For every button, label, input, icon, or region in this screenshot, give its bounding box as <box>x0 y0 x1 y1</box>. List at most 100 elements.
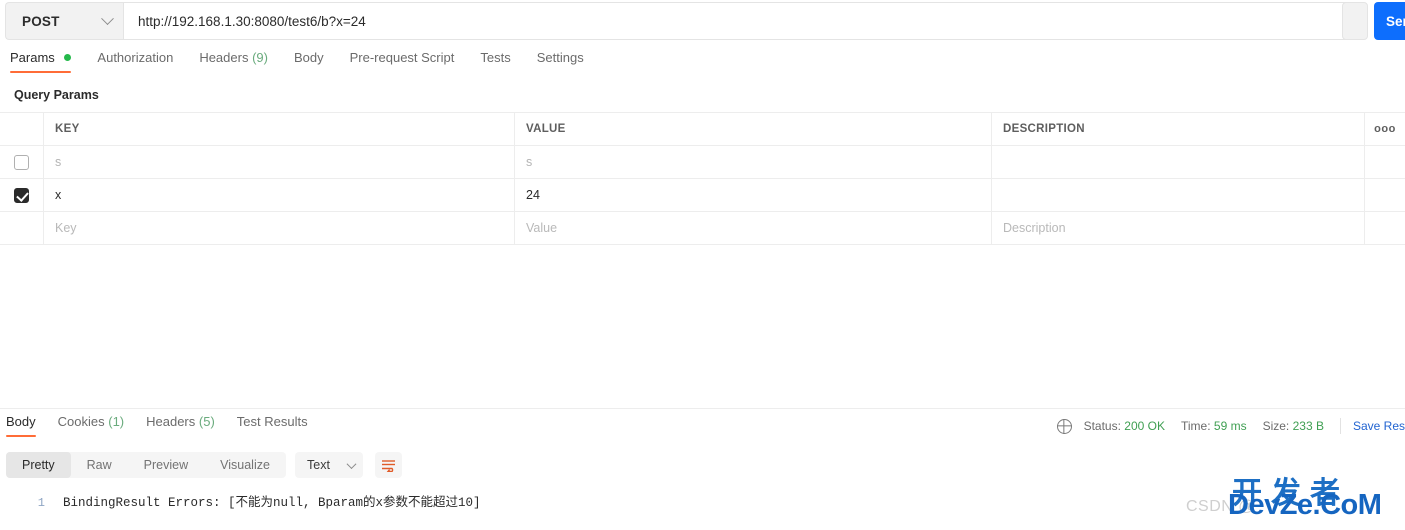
row-value-value: s <box>526 155 533 169</box>
response-tab-headers-count: (5) <box>198 414 215 429</box>
header-value: VALUE <box>515 113 992 145</box>
params-modified-dot-icon <box>64 54 72 61</box>
bulk-edit-button[interactable]: ooo <box>1365 113 1405 145</box>
response-tab-cookies[interactable]: Cookies (1) <box>58 414 124 437</box>
row-checkbox-cell[interactable] <box>0 212 44 244</box>
table-row-empty: Key Value Description <box>0 212 1405 245</box>
row-actions-cell[interactable] <box>1365 212 1405 244</box>
row-checkbox-cell[interactable] <box>0 146 44 178</box>
response-tab-cookies-label: Cookies <box>57 414 105 429</box>
request-tabs: Params Authorization Headers (9) Body Pr… <box>0 50 610 78</box>
response-tabs: Body Cookies (1) Headers (5) Test Result… <box>0 414 330 437</box>
new-row-description-input[interactable]: Description <box>992 212 1365 244</box>
tab-settings[interactable]: Settings <box>537 50 584 73</box>
header-checkbox-cell <box>0 113 44 145</box>
request-url-bar: POST http://192.168.1.30:8080/test6/b?x=… <box>0 0 1405 44</box>
chevron-down-icon <box>101 11 114 25</box>
response-body-content: 1 BindingResult Errors: [不能为null, Bparam… <box>0 491 481 510</box>
response-tab-body-label: Body <box>6 414 36 429</box>
save-response-link[interactable]: Save Res <box>1353 419 1405 433</box>
postman-window: POST http://192.168.1.30:8080/test6/b?x=… <box>0 0 1405 530</box>
response-divider <box>0 408 1405 409</box>
tab-settings-label: Settings <box>536 50 584 65</box>
send-button-label: Sen <box>1386 13 1405 29</box>
send-button[interactable]: Sen <box>1374 2 1405 40</box>
status-value: 200 OK <box>1124 419 1165 433</box>
tab-body[interactable]: Body <box>294 50 324 73</box>
row-description-cell[interactable] <box>992 146 1365 178</box>
tab-body-label: Body <box>293 50 324 65</box>
new-row-description-placeholder: Description <box>1003 221 1066 235</box>
row-description-cell[interactable] <box>992 179 1365 211</box>
http-method-label: POST <box>22 13 60 29</box>
tab-headers-label: Headers <box>199 50 249 65</box>
row-key-value: x <box>55 188 62 202</box>
row-enable-checkbox[interactable] <box>14 154 29 170</box>
tab-tests[interactable]: Tests <box>480 50 510 73</box>
row-actions-cell[interactable] <box>1365 146 1405 178</box>
wrap-lines-button[interactable] <box>375 452 402 478</box>
row-value-cell[interactable]: s <box>515 146 992 178</box>
row-key-cell[interactable]: x <box>44 179 515 211</box>
header-key: KEY <box>44 113 515 145</box>
watermark-chinese: 开发者 <box>1232 477 1349 510</box>
time-badge: Time: 59 ms <box>1181 419 1247 433</box>
row-value-cell[interactable]: 24 <box>515 179 992 211</box>
response-tab-body[interactable]: Body <box>6 414 36 437</box>
tab-headers-count: (9) <box>252 50 268 65</box>
watermark-english: DevZe.CoM <box>1228 489 1382 521</box>
new-row-value-placeholder: Value <box>526 221 558 235</box>
row-checkbox-cell[interactable] <box>0 179 44 211</box>
status-badge: Status: 200 OK <box>1084 419 1165 433</box>
table-row: x 24 <box>0 179 1405 212</box>
table-row: s s <box>0 146 1405 179</box>
new-row-key-input[interactable]: Key <box>44 212 515 244</box>
response-tab-headers-label: Headers <box>146 414 196 429</box>
row-value-value: 24 <box>526 188 540 202</box>
tab-pre-request-script[interactable]: Pre-request Script <box>350 50 455 73</box>
tab-authorization[interactable]: Authorization <box>97 50 173 73</box>
body-type-select[interactable]: Text <box>295 452 363 478</box>
time-label: Time: <box>1180 419 1211 433</box>
size-value: 233 B <box>1292 419 1324 433</box>
tab-params[interactable]: Params <box>10 50 72 73</box>
tab-params-label: Params <box>10 50 55 65</box>
active-response-tab-underline <box>6 434 36 437</box>
chevron-down-icon <box>346 458 357 469</box>
send-options-button[interactable] <box>1342 2 1368 40</box>
network-globe-icon[interactable] <box>1056 418 1072 434</box>
format-tab-visualize[interactable]: Visualize <box>204 452 286 478</box>
size-label: Size: <box>1262 419 1290 433</box>
format-tab-pretty[interactable]: Pretty <box>6 452 71 478</box>
row-key-value: s <box>55 155 62 169</box>
new-row-key-placeholder: Key <box>55 221 77 235</box>
row-enable-checkbox[interactable] <box>14 187 29 203</box>
response-tab-test-results[interactable]: Test Results <box>237 414 308 437</box>
tab-headers[interactable]: Headers (9) <box>199 50 268 73</box>
more-options-icon: ooo <box>1374 123 1396 135</box>
line-number: 1 <box>37 496 45 510</box>
response-tab-headers[interactable]: Headers (5) <box>146 414 215 437</box>
tab-pre-request-script-label: Pre-request Script <box>349 50 455 65</box>
watermark-csdn: CSDN @ <box>1186 498 1256 515</box>
response-tab-test-results-label: Test Results <box>236 414 308 429</box>
row-actions-cell[interactable] <box>1365 179 1405 211</box>
query-params-table: KEY VALUE DESCRIPTION ooo s s x 24 Key V… <box>0 112 1405 245</box>
http-method-select[interactable]: POST <box>5 2 123 40</box>
size-badge: Size: 233 B <box>1263 419 1324 433</box>
active-tab-underline <box>10 70 72 73</box>
row-key-cell[interactable]: s <box>44 146 515 178</box>
query-params-title: Query Params <box>14 88 99 102</box>
new-row-value-input[interactable]: Value <box>515 212 992 244</box>
format-tab-raw[interactable]: Raw <box>71 452 128 478</box>
body-type-label: Text <box>307 458 330 472</box>
tab-tests-label: Tests <box>480 50 511 65</box>
url-input[interactable]: http://192.168.1.30:8080/test6/b?x=24 <box>123 2 1356 40</box>
time-value: 59 ms <box>1213 419 1247 433</box>
format-tab-preview[interactable]: Preview <box>128 452 204 478</box>
url-input-value: http://192.168.1.30:8080/test6/b?x=24 <box>138 13 366 29</box>
response-status-bar: Status: 200 OK Time: 59 ms Size: 233 B S… <box>1056 416 1405 436</box>
header-description: DESCRIPTION <box>992 113 1365 145</box>
status-label: Status: <box>1083 419 1121 433</box>
response-body-text: BindingResult Errors: [不能为null, Bparam的x… <box>63 496 481 510</box>
